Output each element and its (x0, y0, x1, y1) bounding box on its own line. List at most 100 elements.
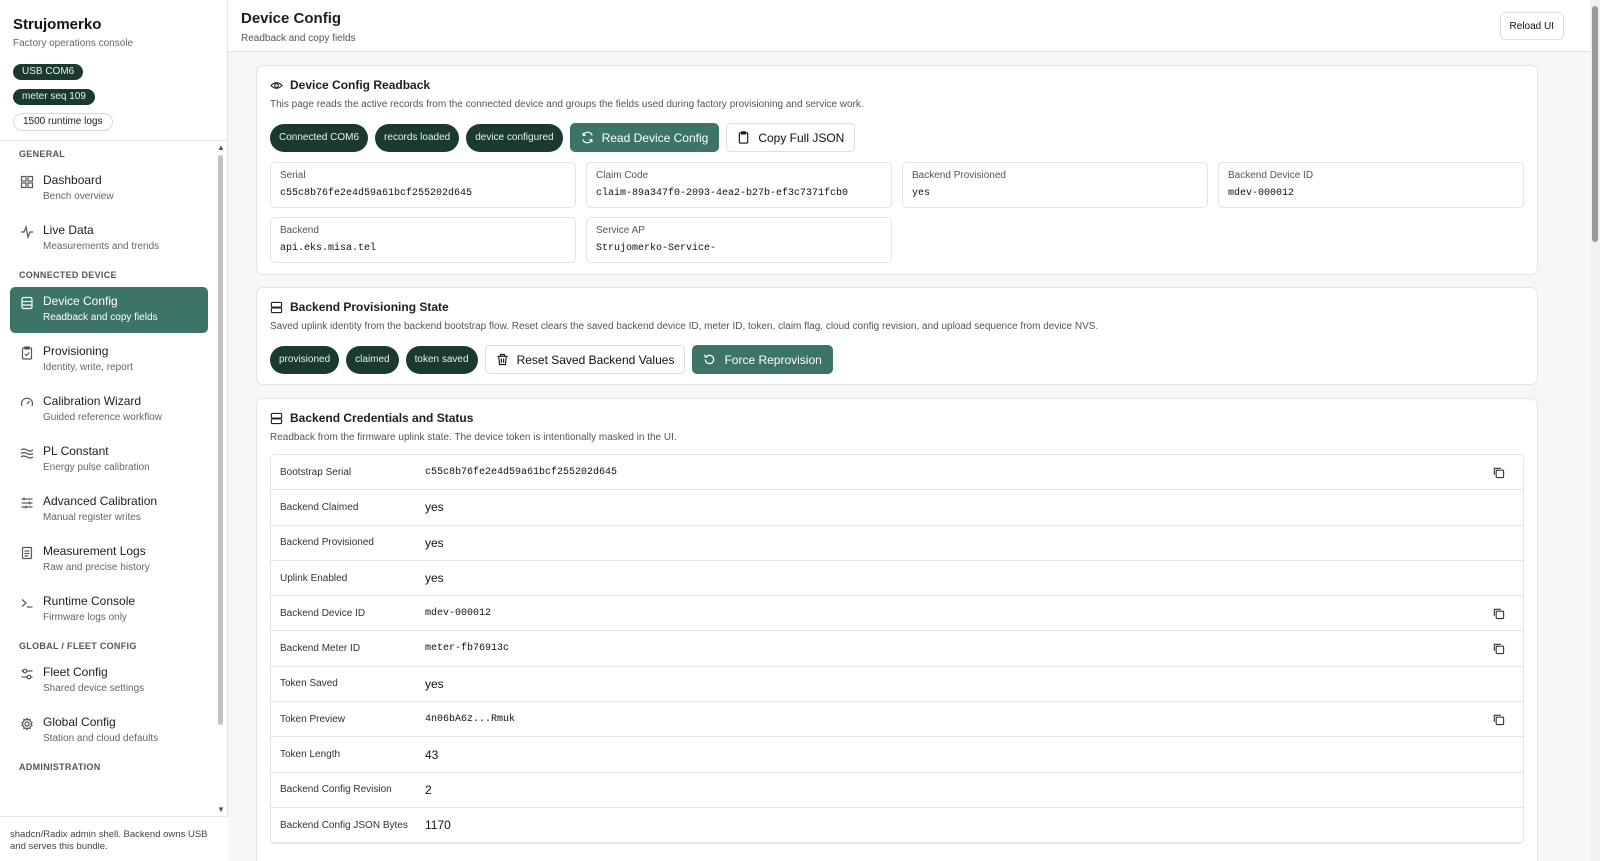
sidebar-item-label: Runtime Console (43, 594, 136, 608)
sidebar-item-label: Advanced Calibration (43, 494, 158, 508)
field-claim-code[interactable]: Claim Code claim-89a347f0-2093-4ea2-b27b-… (586, 162, 892, 208)
page-scrollbar[interactable] (1590, 0, 1600, 861)
scroll-down-arrow-icon[interactable]: ▼ (217, 805, 225, 814)
row-value: meter-fb76913c (425, 643, 510, 655)
row-key: Backend Device ID (280, 607, 366, 619)
brand-title: Strujomerko (13, 16, 102, 33)
row-key: Backend Claimed (280, 501, 359, 513)
sidebar-item-label: Device Config (43, 294, 118, 308)
sidebar-item-fleet-config[interactable]: Fleet Config Shared device settings (10, 658, 208, 704)
field-value: api.eks.misa.tel (280, 243, 377, 254)
sidebar-item-desc: Manual register writes (43, 512, 141, 523)
sidebar-item-label: Fleet Config (43, 665, 108, 679)
field-label: Claim Code (596, 170, 649, 181)
sidebar-item-measurement-logs[interactable]: Measurement Logs Raw and precise history (10, 537, 208, 583)
copy-icon[interactable] (1492, 607, 1505, 620)
row-value: 43 (425, 747, 439, 762)
sidebar-item-label: Measurement Logs (43, 544, 146, 558)
records-loaded-badge: records loaded (375, 123, 460, 152)
sidebar-item-calibration-wizard[interactable]: Calibration Wizard Guided reference workf… (10, 387, 208, 433)
field-backend-device-id[interactable]: Backend Device ID mdev-000012 (1218, 162, 1524, 208)
trash-icon (496, 353, 508, 366)
sidebar-nav: GENERAL Dashboard Bench overview Live Dat… (0, 141, 218, 816)
page-title: Device Config (241, 10, 342, 27)
sidebar-item-pl-constant[interactable]: PL Constant Energy pulse calibration (10, 437, 208, 483)
sidebar-item-provisioning[interactable]: Provisioning Identity, write, report (10, 337, 208, 383)
terminal-icon (21, 599, 33, 608)
reset-saved-backend-values-button[interactable]: Reset Saved Backend Values (484, 345, 686, 374)
eye-icon (270, 81, 283, 89)
row-key: Backend Meter ID (280, 643, 361, 655)
brand: Strujomerko Factory operations console (0, 0, 227, 49)
sidebar-scrollbar[interactable]: ▲ ▼ (216, 141, 225, 816)
force-reprovision-button[interactable]: Force Reprovision (692, 345, 833, 374)
row-value: yes (425, 500, 444, 515)
sidebar-item-device-config[interactable]: Device Config Readback and copy fields (10, 287, 208, 333)
card-title: Backend Provisioning State (290, 300, 449, 314)
sidebar-item-advanced-calibration[interactable]: Advanced Calibration Manual register writ… (10, 487, 208, 533)
sidebar-item-desc: Bench overview (43, 191, 114, 202)
gear-icon (21, 717, 33, 731)
read-device-config-button[interactable]: Read Device Config (569, 123, 720, 152)
brand-subtitle: Factory operations console (13, 38, 134, 49)
sidebar-item-live-data[interactable]: Live Data Measurements and trends (10, 216, 208, 262)
scroll-up-arrow-icon[interactable]: ▲ (217, 143, 225, 152)
sidebar-item-desc: Energy pulse calibration (43, 462, 150, 473)
sidebar-item-runtime-console[interactable]: Runtime Console Firmware logs only (10, 587, 208, 633)
field-serial[interactable]: Serial c55c8b76fe2e4d59a61bcf255202d645 (270, 162, 576, 208)
device-configured-badge: device configured (466, 123, 563, 152)
copy-full-json-button[interactable]: Copy Full JSON (726, 123, 856, 152)
row-value: 2 (425, 782, 432, 797)
copy-icon[interactable] (1492, 642, 1505, 655)
token-saved-badge: token saved (405, 345, 478, 374)
row-value: yes (425, 676, 444, 691)
nav-section-connected-device: CONNECTED DEVICE (19, 270, 117, 280)
field-backend[interactable]: Backend api.eks.misa.tel (270, 217, 576, 263)
nav-section-administration: ADMINISTRATION (19, 762, 101, 772)
field-label: Service AP (596, 225, 645, 236)
rotate-ccw-icon (704, 354, 715, 365)
sidebar-item-dashboard[interactable]: Dashboard Bench overview (10, 166, 208, 212)
claimed-badge: claimed (346, 345, 399, 374)
waves-icon (20, 448, 34, 459)
row-value: 1170 (425, 818, 451, 833)
main-content: Device Config Readback This page reads t… (228, 52, 1590, 861)
sidebar-footer: shadcn/Radix admin shell. Backend owns U… (0, 816, 228, 861)
row-key: Bootstrap Serial (280, 466, 352, 478)
page-scroll-thumb[interactable] (1592, 6, 1598, 242)
row-key: Uplink Enabled (280, 572, 348, 584)
field-service-ap[interactable]: Service AP Strujomerko-Service- (586, 217, 892, 263)
row-value: yes (425, 571, 444, 586)
sidebar-item-label: PL Constant (43, 444, 109, 458)
field-value: claim-89a347f0-2093-4ea2-b27b-ef3c7371fc… (596, 188, 849, 199)
copy-icon[interactable] (1492, 466, 1505, 479)
copy-full-json-label: Copy Full JSON (758, 130, 845, 145)
provisioned-badge: provisioned (270, 345, 340, 374)
row-key: Backend Config Revision (280, 784, 392, 796)
sidebar-item-desc: Firmware logs only (43, 612, 127, 623)
field-value: Strujomerko-Service- (596, 243, 717, 254)
field-backend-provisioned[interactable]: Backend Provisioned yes (902, 162, 1208, 208)
card-description: Saved uplink identity from the backend b… (270, 321, 1099, 332)
table-row: Backend Config JSON Bytes 1170 (271, 808, 1523, 844)
table-row: Token Length 43 (271, 737, 1523, 773)
table-row: Token Preview 4n06bA6z...Rmuk (271, 702, 1523, 738)
sidebar-item-global-config[interactable]: Global Config Station and cloud defaults (10, 708, 208, 754)
server-icon (270, 412, 283, 424)
field-value: yes (912, 188, 931, 199)
field-label: Backend (280, 225, 319, 236)
sidebar-item-label: Provisioning (43, 344, 109, 358)
copy-icon[interactable] (1492, 713, 1505, 726)
row-key: Token Preview (280, 713, 346, 725)
reload-ui-button[interactable]: Reload UI (1499, 12, 1564, 40)
card-description: Readback from the firmware uplink state.… (270, 432, 677, 443)
clipboard-icon (739, 131, 749, 144)
sidebar-scroll-thumb[interactable] (218, 155, 223, 725)
sidebar-item-desc: Measurements and trends (43, 241, 160, 252)
field-label: Serial (280, 170, 306, 181)
table-row: Backend Config Revision 2 (271, 773, 1523, 808)
usb-status-badge: USB COM6 (13, 64, 84, 80)
meter-seq-badge: meter seq 109 (13, 89, 95, 105)
page-subtitle: Readback and copy fields (241, 33, 356, 44)
backend-provisioning-state-card: Backend Provisioning State Saved uplink … (256, 287, 1538, 385)
